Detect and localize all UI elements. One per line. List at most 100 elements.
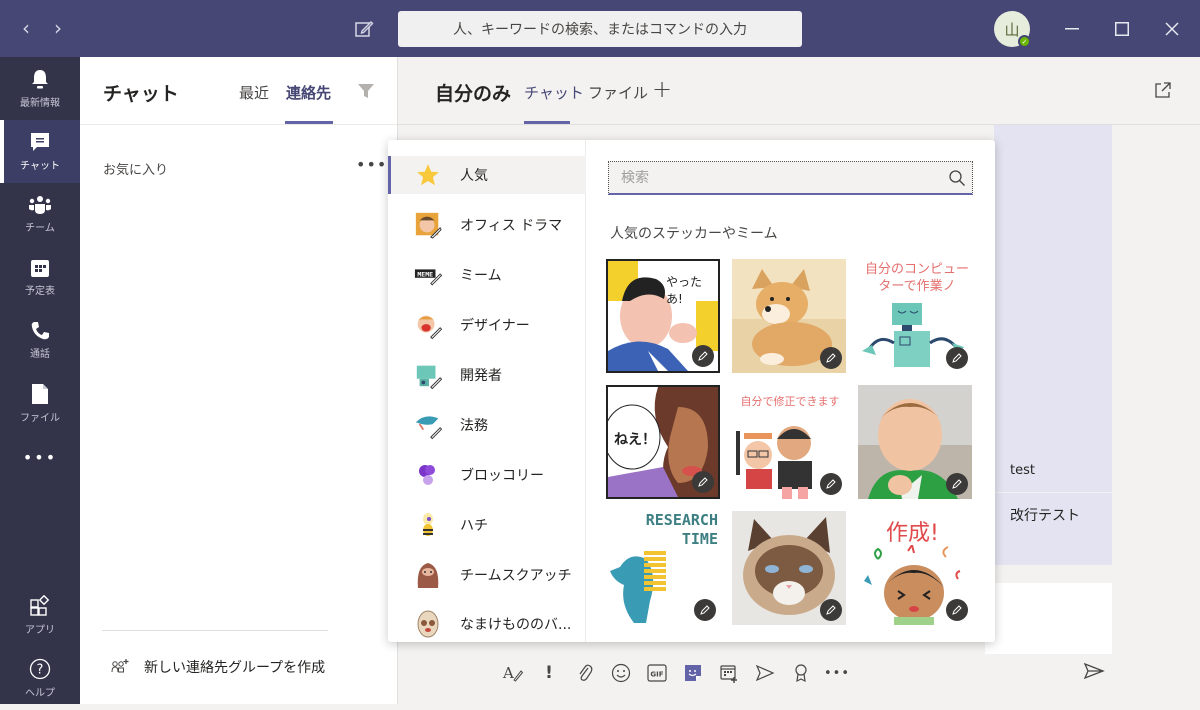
rail-item-chat[interactable]: チャット bbox=[0, 120, 80, 183]
search-icon[interactable] bbox=[948, 169, 966, 191]
rail-label: 予定表 bbox=[25, 286, 55, 297]
favorites-more-button[interactable]: ••• bbox=[356, 155, 387, 174]
sticker-caption: 自分で修正できます bbox=[740, 395, 840, 408]
list-title: チャット bbox=[103, 83, 179, 105]
command-search-box[interactable]: 人、キーワードの検索、またはコマンドの入力 bbox=[398, 11, 802, 47]
edit-sticker-icon[interactable] bbox=[692, 471, 714, 493]
sticker-category-label: オフィス ドラマ bbox=[460, 218, 563, 234]
sticker-category-developer[interactable]: 開発者 bbox=[388, 356, 586, 394]
presence-available-icon: ✓ bbox=[1018, 35, 1031, 48]
edit-sticker-icon[interactable] bbox=[820, 599, 842, 621]
sticker-icon[interactable] bbox=[675, 659, 711, 687]
sticker-category-designer[interactable]: デザイナー bbox=[388, 306, 586, 344]
more-icon: ••• bbox=[823, 665, 850, 681]
comic-woman-sticker[interactable]: ねえ！ bbox=[606, 385, 720, 499]
svg-text:A: A bbox=[502, 664, 514, 682]
sticker-caption: やったあ! bbox=[666, 275, 703, 306]
legal-icon bbox=[414, 411, 442, 440]
gif-icon[interactable]: GIF bbox=[639, 659, 675, 687]
format-icon[interactable]: A bbox=[495, 659, 531, 687]
favorites-label: お気に入り bbox=[103, 163, 169, 178]
attach-icon[interactable] bbox=[567, 659, 603, 687]
sticker-search-box[interactable] bbox=[608, 161, 973, 195]
avatar[interactable]: 山 ✓ bbox=[994, 11, 1031, 48]
send-icon[interactable] bbox=[1083, 662, 1105, 684]
emoji-icon[interactable] bbox=[603, 659, 639, 687]
rail-label: ヘルプ bbox=[25, 688, 55, 699]
app-rail: 最新情報 チャット チーム 予定表 通話 ファイル ••• アプリ ? ヘルプ bbox=[0, 57, 80, 704]
sticker-category-legal[interactable]: 法務 bbox=[388, 406, 586, 444]
minimize-button[interactable] bbox=[1057, 14, 1087, 44]
edit-sticker-icon[interactable] bbox=[692, 345, 714, 367]
chevron-right-icon[interactable]: › bbox=[46, 14, 70, 42]
create-sticker[interactable]: 作成! bbox=[858, 511, 972, 625]
edit-sticker-icon[interactable] bbox=[820, 473, 842, 495]
sticker-category-broccoli[interactable]: ブロッコリー bbox=[388, 456, 586, 494]
popout-icon[interactable] bbox=[1154, 81, 1172, 103]
rail-item-calls[interactable]: 通話 bbox=[0, 309, 80, 372]
sticker-caption: 自分のコンピューターで作業ノ bbox=[864, 262, 969, 294]
sticker-caption: 作成! bbox=[886, 521, 939, 546]
meme-icon: MEME bbox=[414, 261, 442, 289]
message-item[interactable]: 改行テスト bbox=[994, 493, 1112, 533]
edit-sticker-icon[interactable] bbox=[946, 599, 968, 621]
tab-chat[interactable]: チャット bbox=[524, 82, 584, 103]
rail-item-help[interactable]: ? ヘルプ bbox=[0, 647, 80, 710]
rail-item-calendar[interactable]: 予定表 bbox=[0, 246, 80, 309]
sticker-category-squatch[interactable]: チームスクアッチ bbox=[388, 556, 586, 594]
sticker-caption: RESEARCH TIME bbox=[645, 511, 718, 548]
robot-sticker[interactable]: 自分のコンピューターで作業ノ bbox=[858, 259, 972, 373]
list-header: チャット 最近 連絡先 bbox=[80, 57, 397, 125]
add-tab-button[interactable]: + bbox=[652, 75, 672, 103]
meeting-icon[interactable] bbox=[711, 659, 747, 687]
active-tab-indicator bbox=[524, 121, 570, 124]
more-icon: ••• bbox=[22, 447, 58, 467]
more-options-button[interactable]: ••• bbox=[819, 659, 855, 687]
chevron-left-icon[interactable]: ‹ bbox=[14, 14, 38, 42]
maximize-button[interactable] bbox=[1107, 14, 1137, 44]
rail-item-activity[interactable]: 最新情報 bbox=[0, 57, 80, 120]
compose-icon[interactable] bbox=[354, 19, 376, 41]
filter-icon[interactable] bbox=[357, 82, 375, 104]
sticker-category-label: 開発者 bbox=[460, 368, 502, 384]
tab-recent[interactable]: 最近 bbox=[239, 82, 269, 103]
compose-toolbar: A ! GIF ••• bbox=[495, 658, 855, 688]
new-contact-group-button[interactable]: 新しい連絡先グループを作成 bbox=[110, 657, 325, 677]
success-kid-sticker[interactable] bbox=[858, 385, 972, 499]
rail-label: 最新情報 bbox=[20, 98, 60, 109]
fix-it-sticker[interactable]: 自分で修正できます bbox=[732, 385, 846, 499]
rail-item-teams[interactable]: チーム bbox=[0, 183, 80, 246]
stream-icon[interactable] bbox=[747, 659, 783, 687]
rail-label: チャット bbox=[20, 161, 60, 172]
conversation-header: 自分のみ チャット ファイル + bbox=[398, 57, 1200, 125]
comic-man-sticker[interactable]: やったあ! bbox=[606, 259, 720, 373]
rail-item-apps[interactable]: アプリ bbox=[0, 584, 80, 647]
divider bbox=[102, 630, 328, 631]
important-icon[interactable]: ! bbox=[531, 659, 567, 687]
star-icon bbox=[414, 161, 442, 189]
sticker-caption: ねえ！ bbox=[614, 432, 656, 448]
doge-sticker[interactable] bbox=[732, 259, 846, 373]
sticker-category-meme[interactable]: MEME ミーム bbox=[388, 256, 586, 294]
sticker-category-office-drama[interactable]: オフィス ドラマ bbox=[388, 206, 586, 244]
sticker-search-input[interactable] bbox=[609, 169, 929, 186]
tab-files[interactable]: ファイル bbox=[588, 82, 648, 103]
new-contact-group-label: 新しい連絡先グループを作成 bbox=[144, 660, 326, 676]
edit-sticker-icon[interactable] bbox=[946, 347, 968, 369]
research-time-sticker[interactable]: RESEARCH TIME bbox=[606, 511, 720, 625]
praise-icon[interactable] bbox=[783, 659, 819, 687]
rail-item-files[interactable]: ファイル bbox=[0, 372, 80, 435]
edit-sticker-icon[interactable] bbox=[946, 473, 968, 495]
close-button[interactable] bbox=[1157, 14, 1187, 44]
sticker-category-bee[interactable]: ハチ bbox=[388, 506, 586, 544]
rail-item-more[interactable]: ••• bbox=[0, 437, 80, 477]
edit-sticker-icon[interactable] bbox=[820, 347, 842, 369]
tab-contacts[interactable]: 連絡先 bbox=[286, 82, 331, 103]
sticker-category-sloth[interactable]: なまけもののバ... bbox=[388, 606, 586, 642]
grumpy-cat-sticker[interactable] bbox=[732, 511, 846, 625]
message-compose-box[interactable] bbox=[985, 583, 1112, 654]
sticker-category-popular[interactable]: 人気 bbox=[388, 156, 586, 194]
sticker-category-label: チームスクアッチ bbox=[460, 568, 572, 584]
message-item[interactable]: test bbox=[994, 463, 1112, 478]
edit-sticker-icon[interactable] bbox=[694, 599, 716, 621]
